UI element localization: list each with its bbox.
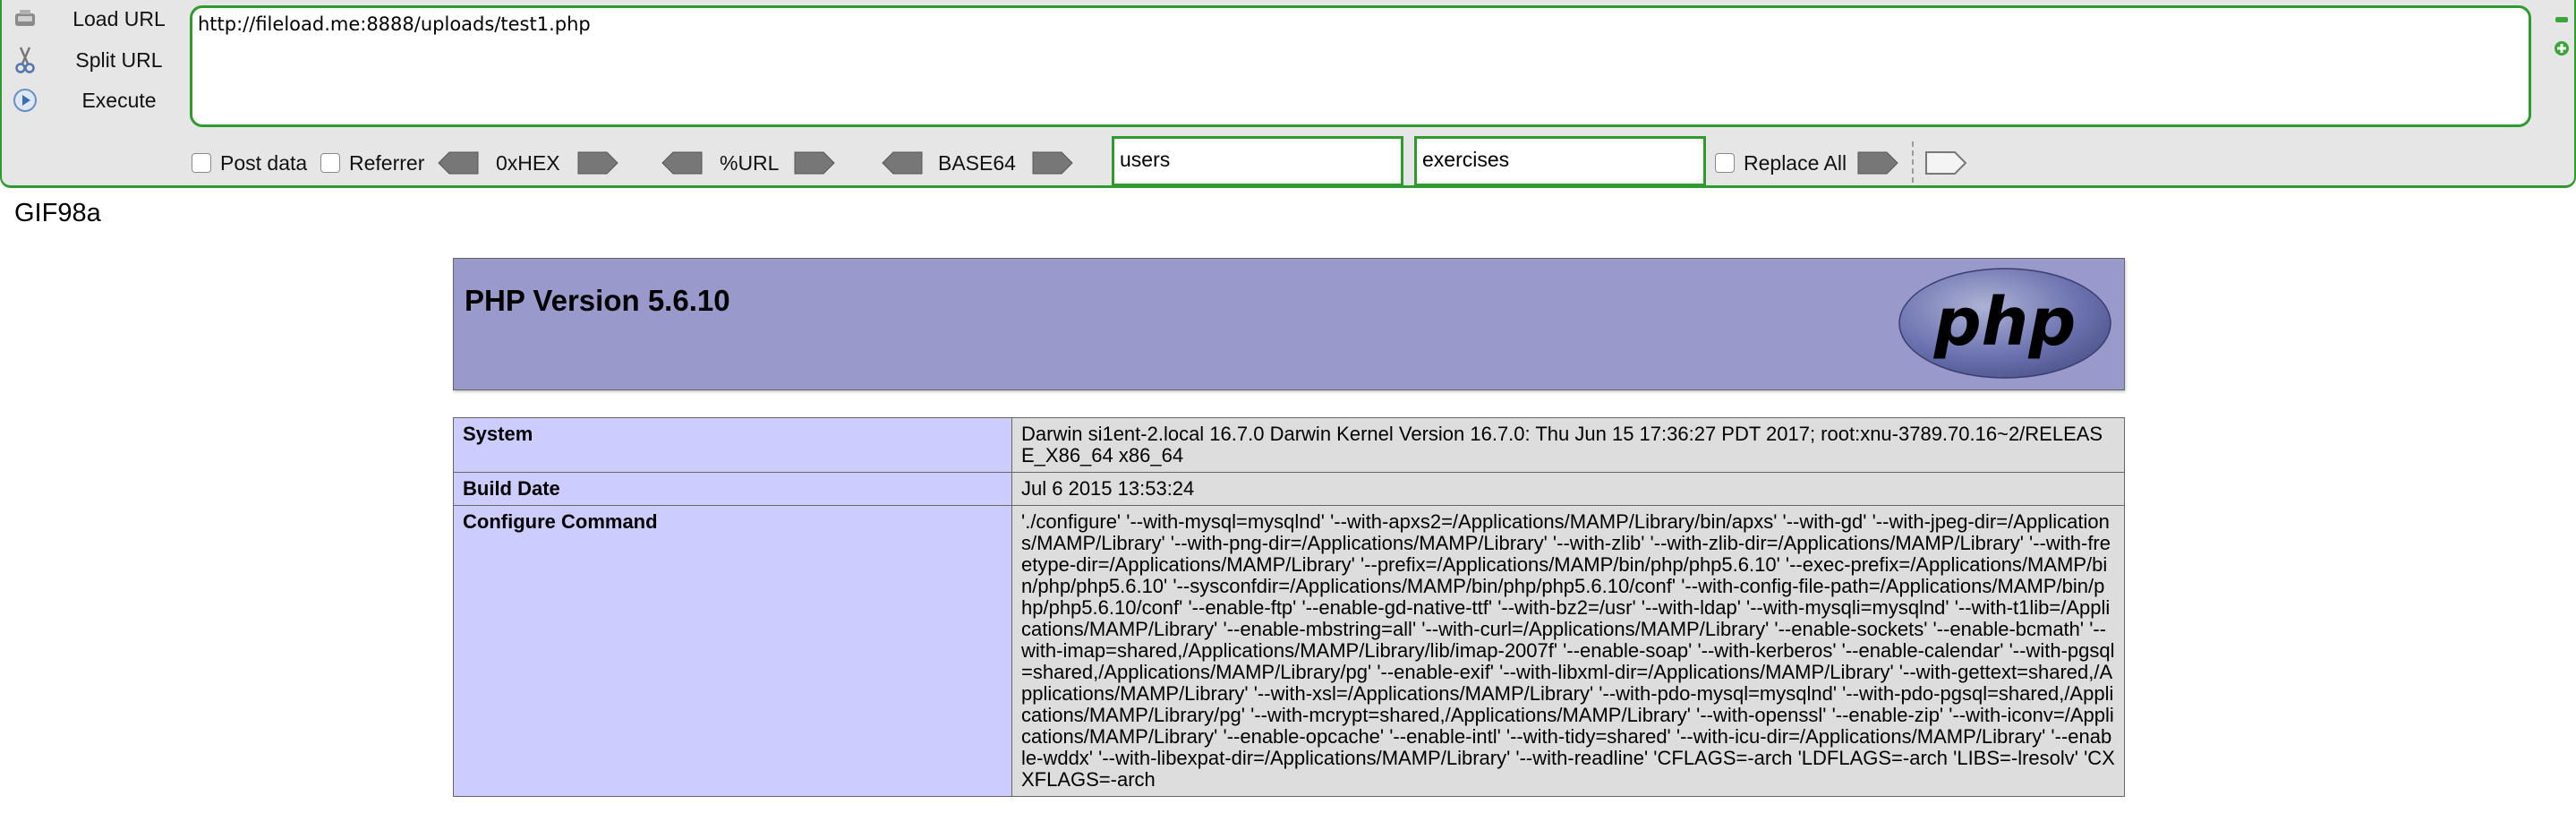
replace-all-checkbox-group[interactable]: Replace All (1715, 143, 1847, 183)
add-icon[interactable] (2553, 39, 2571, 57)
base64-encode-arrow-icon[interactable] (1029, 143, 1076, 183)
url-encode-label: %URL (720, 150, 780, 175)
load-url-button[interactable]: Load URL (9, 0, 188, 38)
base64-decode-arrow-icon[interactable] (879, 143, 925, 183)
execute-label: Execute (81, 88, 157, 112)
replace-with-input[interactable]: exercises (1414, 136, 1706, 186)
referrer-checkbox[interactable] (320, 153, 340, 173)
post-data-checkbox[interactable] (192, 153, 211, 173)
row-value: './configure' '--with-mysql=mysqlnd' '--… (1011, 505, 2125, 797)
base64-label: BASE64 (938, 150, 1016, 175)
url-encode-arrow-icon[interactable] (791, 143, 838, 183)
load-url-icon (9, 3, 41, 35)
php-info-table: System Darwin si1ent-2.local 16.7.0 Darw… (453, 417, 2125, 797)
table-row: Build Date Jul 6 2015 13:53:24 (453, 472, 2125, 506)
post-data-label: Post data (220, 150, 308, 175)
collapse-icon[interactable] (2553, 11, 2571, 29)
replace-find-input[interactable]: users (1112, 136, 1403, 186)
row-value: Jul 6 2015 13:53:24 (1011, 472, 2125, 506)
row-key: System (453, 417, 1012, 473)
php-logo-icon: php (1898, 268, 2111, 379)
scissors-icon (9, 44, 41, 76)
replace-arrow-icon[interactable] (1855, 143, 1901, 183)
replace-all-label: Replace All (1744, 150, 1847, 175)
table-row: Configure Command './configure' '--with-… (453, 505, 2125, 797)
table-row: System Darwin si1ent-2.local 16.7.0 Darw… (453, 417, 2125, 473)
extra-action-arrow-icon[interactable] (1923, 143, 1969, 183)
replace-all-checkbox[interactable] (1715, 153, 1735, 173)
row-key: Configure Command (453, 505, 1012, 797)
hex-encode-arrow-icon[interactable] (575, 143, 621, 183)
svg-text:php: php (1933, 284, 2077, 361)
play-icon (9, 84, 41, 116)
split-url-label: Split URL (75, 47, 163, 72)
url-input[interactable]: http://fileload.me:8888/uploads/test1.ph… (190, 5, 2531, 127)
gif-header-text: GIF98a (14, 199, 101, 227)
hex-label: 0xHEX (496, 150, 560, 175)
load-url-label: Load URL (73, 6, 166, 30)
row-key: Build Date (453, 472, 1012, 506)
execute-button[interactable]: Execute (9, 81, 188, 119)
post-data-checkbox-group[interactable]: Post data (192, 143, 307, 183)
hex-decode-arrow-icon[interactable] (435, 143, 482, 183)
toolbar-divider (1912, 141, 1914, 183)
php-version-header: PHP Version 5.6.10 php (453, 258, 2125, 390)
referrer-label: Referrer (349, 150, 425, 175)
hackbar-toolbar: Load URL Split URL Execute http://filelo… (0, 0, 2576, 188)
split-url-button[interactable]: Split URL (9, 41, 188, 79)
page-title: PHP Version 5.6.10 (465, 284, 730, 317)
row-value: Darwin si1ent-2.local 16.7.0 Darwin Kern… (1011, 417, 2125, 473)
url-decode-arrow-icon[interactable] (659, 143, 705, 183)
referrer-checkbox-group[interactable]: Referrer (320, 143, 424, 183)
